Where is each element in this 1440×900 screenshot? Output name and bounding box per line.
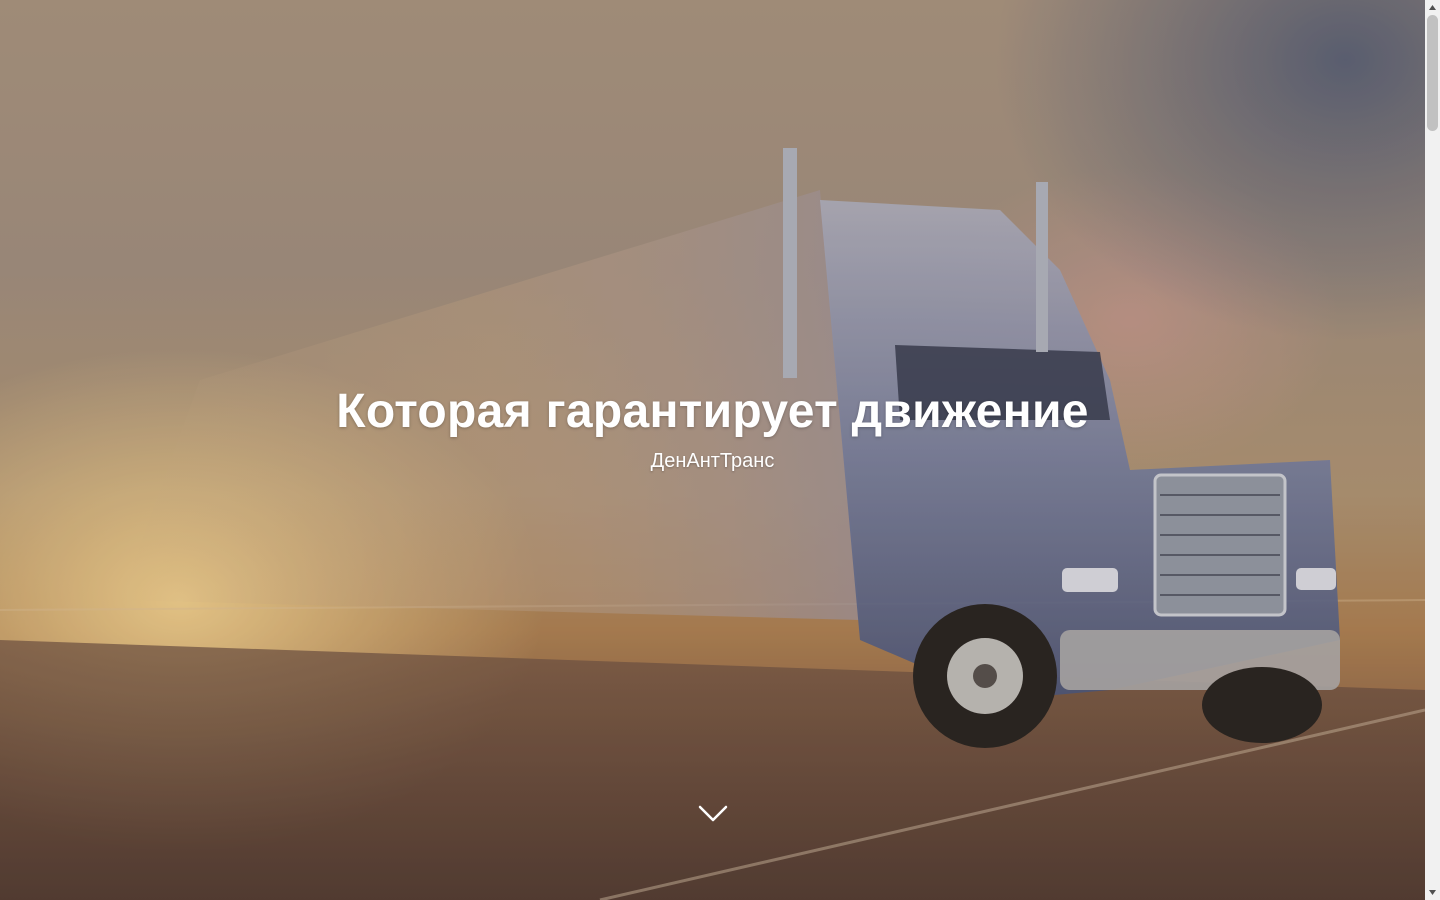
hero-content: Которая гарантирует движение ДенАнтТранс bbox=[0, 380, 1425, 474]
chevron-down-icon bbox=[698, 805, 728, 822]
scroll-up-arrow-icon[interactable] bbox=[1425, 0, 1440, 15]
hero-title: Которая гарантирует движение bbox=[336, 385, 1089, 438]
scroll-down-arrow-icon[interactable] bbox=[1425, 885, 1440, 900]
vertical-scrollbar[interactable] bbox=[1425, 0, 1440, 900]
scroll-down-button[interactable] bbox=[697, 803, 729, 825]
hero-subtitle: ДенАнтТранс bbox=[650, 450, 775, 472]
hero-section: Которая гарантирует движение ДенАнтТранс bbox=[0, 0, 1425, 900]
scrollbar-thumb[interactable] bbox=[1427, 15, 1438, 131]
page: Которая гарантирует движение ДенАнтТранс bbox=[0, 0, 1440, 900]
